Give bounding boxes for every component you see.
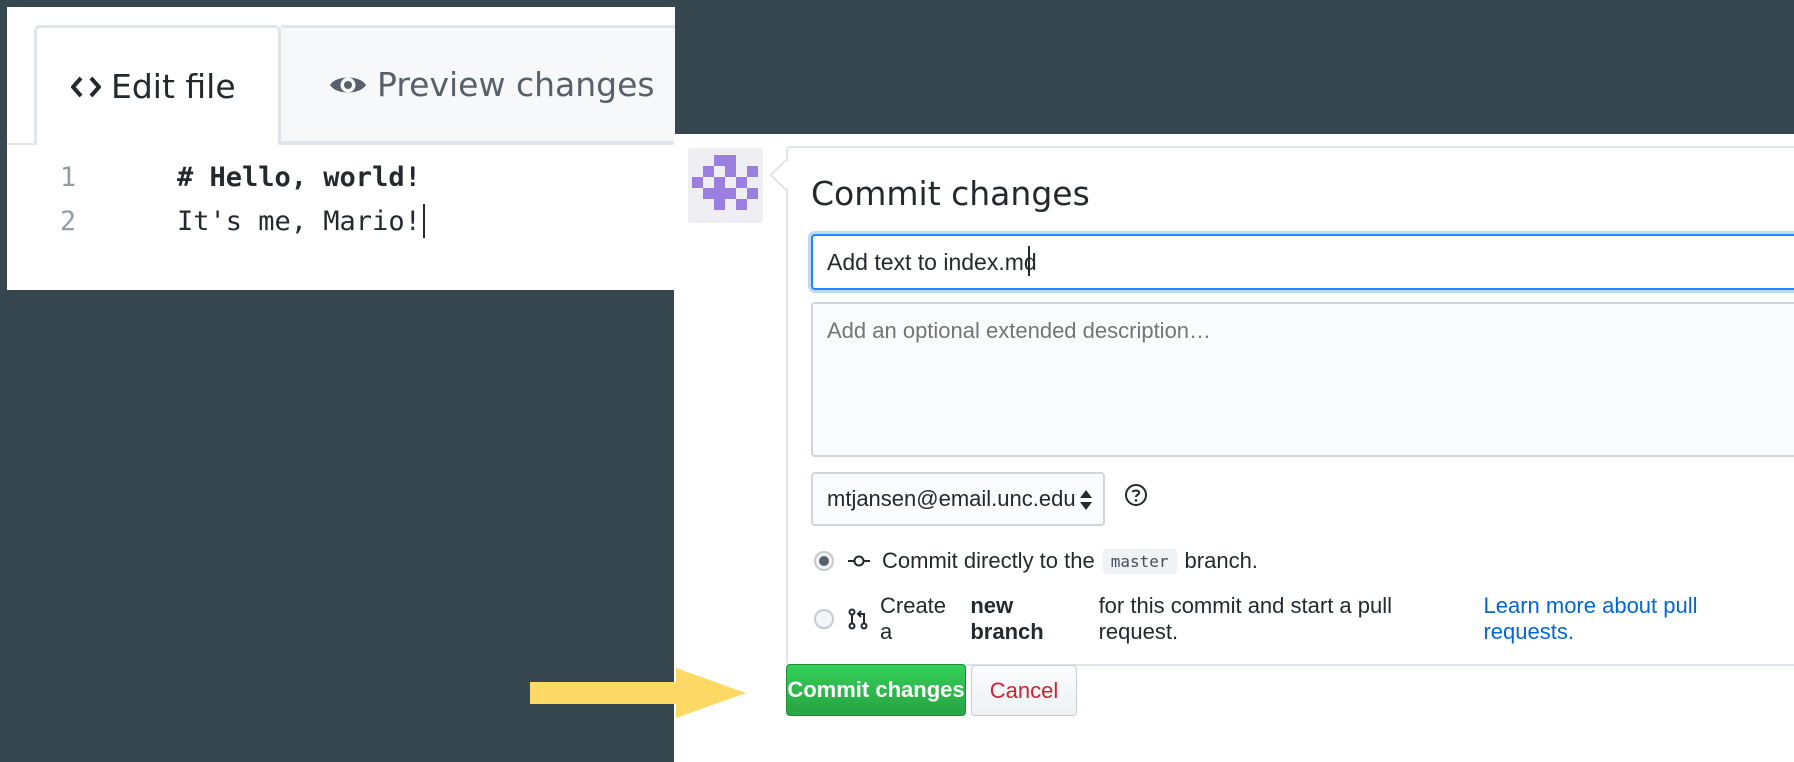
new-branch-bold: new branch xyxy=(970,593,1044,644)
line-text: # Hello, world! xyxy=(177,161,421,193)
commit-direct-text: Commit directly to the xyxy=(882,548,1095,573)
avatar xyxy=(688,148,763,223)
commit-changes-button[interactable]: Commit changes xyxy=(786,664,966,716)
learn-more-link[interactable]: Learn more about pull requests. xyxy=(1483,593,1794,645)
tab-edit-label: Edit file xyxy=(111,67,236,106)
line-number: 2 xyxy=(59,205,77,237)
commit-summary-input[interactable] xyxy=(811,234,1794,290)
tab-preview-label: Preview changes xyxy=(377,65,655,104)
git-commit-icon xyxy=(848,554,870,568)
new-branch-radio[interactable] xyxy=(814,609,834,629)
eye-icon xyxy=(329,72,367,98)
commit-title: Commit changes xyxy=(811,174,1090,213)
line-number: 1 xyxy=(59,161,77,193)
commit-direct-option[interactable]: Commit directly to the master branch. xyxy=(814,548,1258,574)
line-text: It's me, Mario! xyxy=(177,205,421,237)
arrow-right-icon xyxy=(530,668,746,718)
git-pull-request-icon xyxy=(848,608,868,630)
tab-edit-file[interactable]: Edit file xyxy=(34,25,281,145)
new-branch-suffix: for this commit and start a pull request… xyxy=(1098,593,1393,644)
question-icon[interactable] xyxy=(1124,483,1148,512)
cancel-button[interactable]: Cancel xyxy=(971,665,1077,716)
code-icon xyxy=(71,74,101,100)
commit-panel: Commit changes mtjansen@email.unc.edu xyxy=(674,134,1794,762)
branch-name: master xyxy=(1102,548,1177,574)
commit-description-input[interactable] xyxy=(811,302,1794,457)
new-branch-prefix: Create a xyxy=(880,593,947,644)
email-select[interactable]: mtjansen@email.unc.edu xyxy=(811,472,1105,526)
commit-direct-suffix: branch. xyxy=(1184,548,1258,573)
code-line[interactable]: 1 # Hello, world! xyxy=(7,155,421,199)
commit-direct-radio[interactable] xyxy=(814,551,834,571)
select-arrows-icon xyxy=(1079,488,1093,518)
text-caret xyxy=(422,204,425,238)
email-select-value: mtjansen@email.unc.edu xyxy=(827,486,1076,511)
new-branch-option[interactable]: Create a new branch for this commit and … xyxy=(814,593,1794,645)
code-line[interactable]: 2 It's me, Mario! xyxy=(7,199,425,243)
text-caret xyxy=(1028,246,1030,276)
tab-preview-changes[interactable]: Preview changes xyxy=(281,25,675,143)
editor-panel: Preview changes Edit file 1 # Hello, wor… xyxy=(7,7,675,290)
